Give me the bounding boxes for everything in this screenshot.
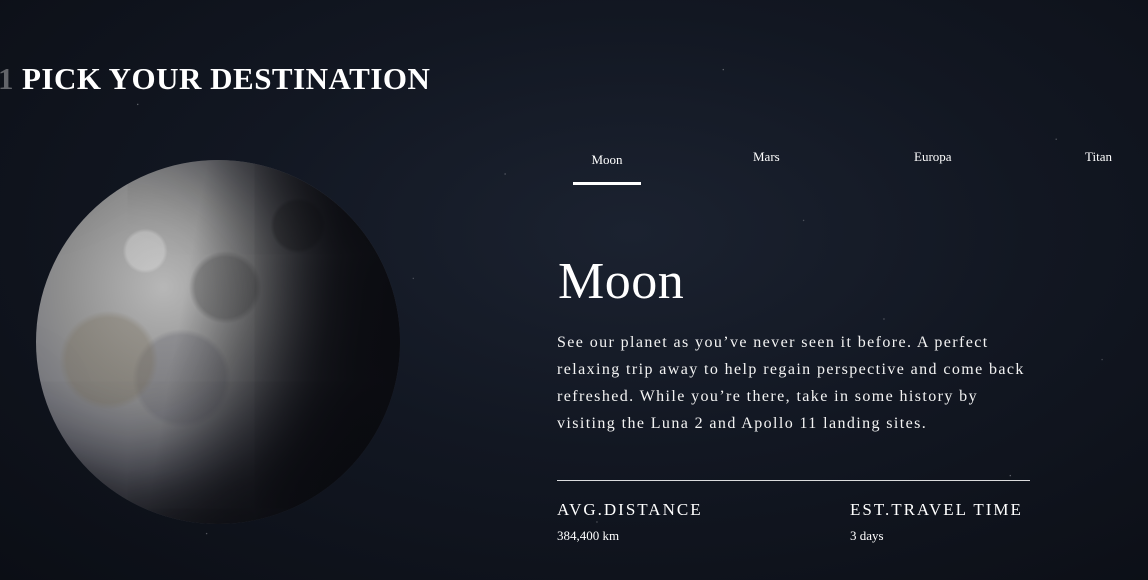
- page-title-text: PICK YOUR DESTINATION: [22, 60, 431, 96]
- tab-moon[interactable]: Moon: [573, 152, 641, 185]
- destination-name: Moon: [558, 253, 685, 310]
- tab-mars-label: Mars: [753, 149, 780, 164]
- destination-description: See our planet as you’ve never seen it b…: [557, 334, 1025, 432]
- tab-titan-label: Titan: [1085, 149, 1112, 164]
- travel-time-value: 3 days: [850, 528, 884, 543]
- page-title: 1 PICK YOUR DESTINATION: [0, 61, 430, 97]
- tab-europa[interactable]: Europa: [914, 149, 952, 165]
- tab-mars[interactable]: Mars: [753, 149, 780, 165]
- tab-titan[interactable]: Titan: [1085, 149, 1112, 165]
- step-number: 1: [0, 60, 14, 96]
- tab-moon-label: Moon: [591, 152, 623, 167]
- distance-value: 384,400 km: [557, 528, 620, 543]
- travel-time-label: EST.TRAVEL TIME: [850, 500, 1023, 519]
- moon-image: [36, 160, 400, 524]
- destination-tabs: Moon Mars Europa Titan: [565, 145, 1140, 190]
- distance-label: AVG.DISTANCE: [557, 500, 703, 519]
- active-tab-underline: [573, 182, 641, 185]
- tab-europa-label: Europa: [914, 149, 952, 164]
- divider: [557, 480, 1030, 481]
